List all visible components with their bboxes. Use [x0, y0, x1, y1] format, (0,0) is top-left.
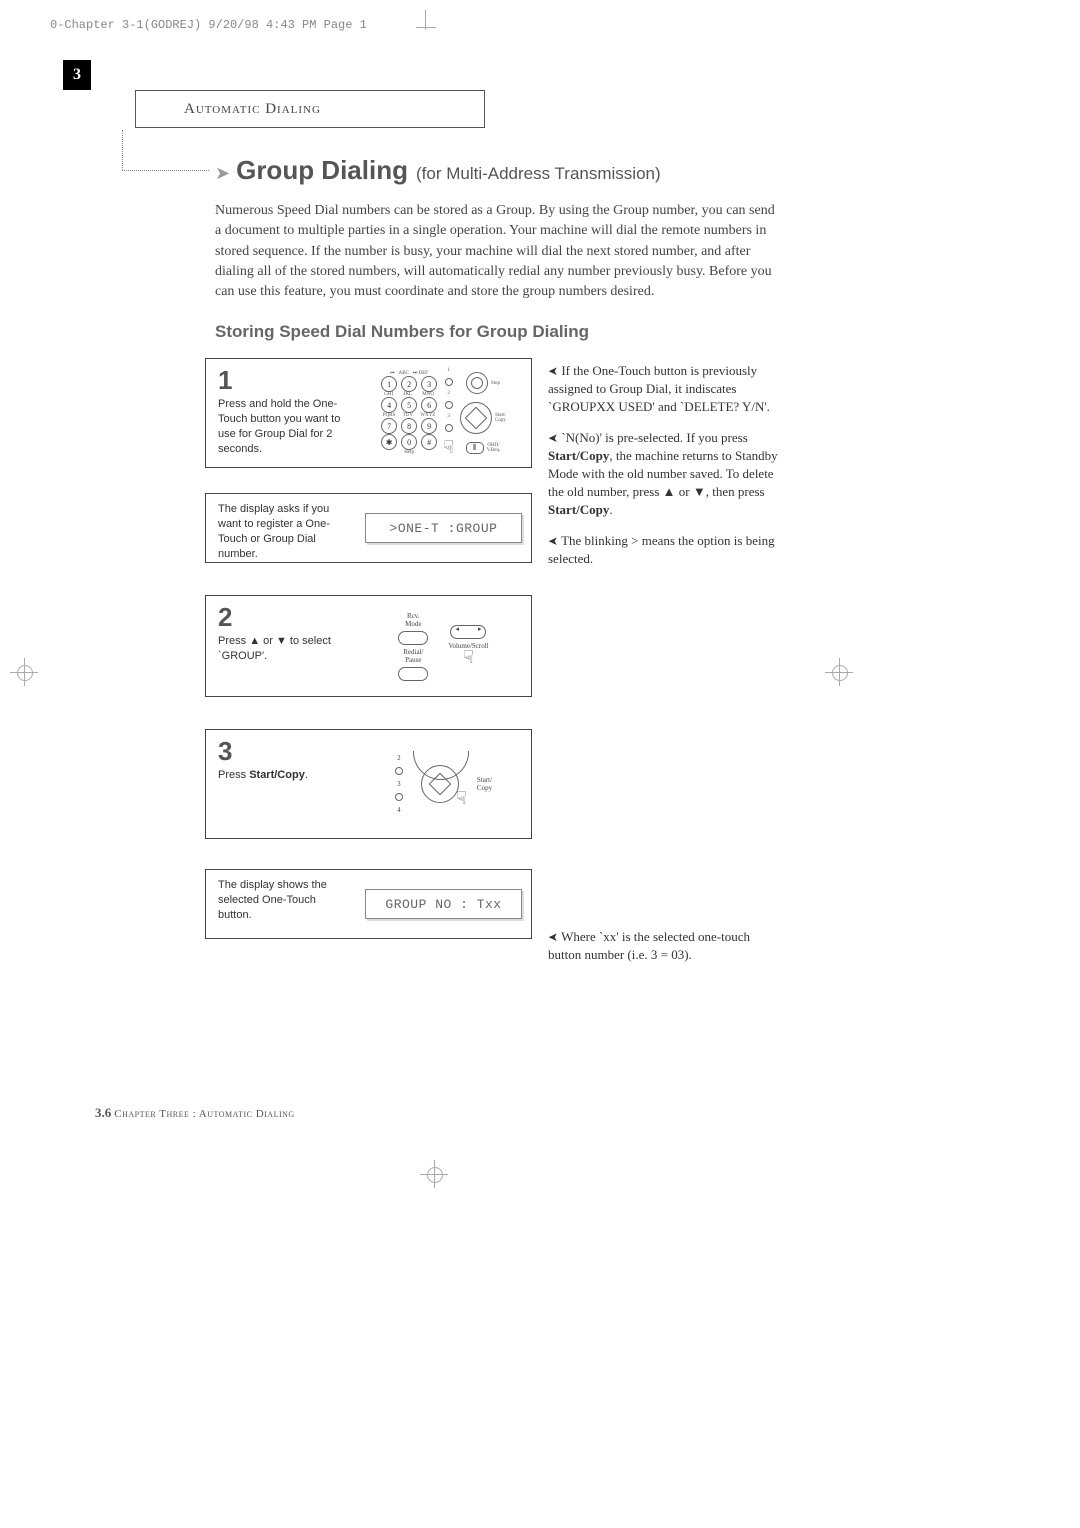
step-number: 2: [218, 604, 346, 630]
step-block: 3 Press Start/Copy. 2 3 4 ☟: [205, 729, 532, 839]
chapter-tab: 3: [63, 60, 91, 90]
crop-mark-icon: [425, 10, 446, 30]
arrow-left-icon: ➤: [548, 363, 558, 380]
section-heading: Group Dialing: [236, 155, 408, 186]
step-block: The display asks if you want to register…: [205, 493, 532, 563]
step-block: 1 Press and hold the One-Touch button yo…: [205, 358, 532, 468]
arrow-left-icon: ➤: [548, 430, 558, 447]
buttons-graphic: Rcv. Mode Redial/ Pause ◂▸ Volume/Scroll…: [356, 596, 531, 696]
step-block: 2 Press ▲ or ▼ to select `GROUP'. Rcv. M…: [205, 595, 532, 697]
step-text: Press ▲ or ▼ to select `GROUP'.: [218, 634, 346, 664]
dotted-leader-icon: [122, 170, 209, 171]
step-text: The display shows the selected One-Touch…: [218, 878, 346, 923]
section-subheading: (for Multi-Address Transmission): [416, 164, 661, 184]
page-number: 3.6: [95, 1105, 111, 1120]
arrow-left-icon: ➤: [548, 929, 558, 946]
lcd-display: >ONE-T :GROUP: [365, 513, 522, 543]
crop-mark-icon: [420, 1160, 450, 1190]
page: 0-Chapter 3-1(GODREJ) 9/20/98 4:43 PM Pa…: [0, 0, 1080, 1528]
side-notes: ➤ Where `xx' is the selected one-touch b…: [548, 928, 783, 976]
step-number: 1: [218, 367, 346, 393]
step-text: Press and hold the One-Touch button you …: [218, 397, 346, 456]
note: ➤ Where `xx' is the selected one-touch b…: [548, 928, 783, 964]
hand-pointer-icon: ☟: [443, 437, 454, 458]
crop-mark-icon: [825, 658, 855, 688]
note: ➤ `N(No)' is pre-selected. If you press …: [548, 429, 783, 520]
step-text: Press Start/Copy.: [218, 768, 346, 783]
note: ➤ The blinking > means the option is bei…: [548, 532, 783, 568]
step-text: The display asks if you want to register…: [218, 502, 346, 561]
intro-paragraph: Numerous Speed Dial numbers can be store…: [215, 201, 783, 302]
arrow-left-icon: ➤: [548, 533, 558, 550]
crop-mark-icon: [10, 658, 40, 688]
step-number: 3: [218, 738, 346, 764]
page-footer: 3.6 Chapter Three : Automatic Dialing: [95, 1105, 295, 1121]
start-button-graphic: 2 3 4 ☟ Start/ Copy: [356, 730, 531, 838]
chapter-footer: Chapter Three : Automatic Dialing: [114, 1108, 294, 1120]
hand-pointer-icon: ☟: [456, 788, 467, 809]
hand-pointer-icon: ☟: [463, 647, 474, 668]
lcd-display: GROUP NO : Txx: [365, 889, 522, 919]
subsection-heading: Storing Speed Dial Numbers for Group Dia…: [215, 322, 783, 342]
chapter-title-box: Automatic Dialing: [135, 90, 485, 128]
arrow-right-icon: ➤: [215, 163, 230, 184]
side-notes: ➤ If the One-Touch button is previously …: [548, 362, 783, 580]
note: ➤ If the One-Touch button is previously …: [548, 362, 783, 417]
main-content: ➤ Group Dialing (for Multi-Address Trans…: [215, 155, 783, 357]
dotted-leader-icon: [122, 130, 123, 170]
print-header: 0-Chapter 3-1(GODREJ) 9/20/98 4:43 PM Pa…: [50, 18, 367, 32]
keypad-graphic: ⏮ABC⏭ DEF 123 GHIJKLMNO 456 PQRSTUVWXYZ …: [356, 359, 531, 467]
step-block: The display shows the selected One-Touch…: [205, 869, 532, 939]
